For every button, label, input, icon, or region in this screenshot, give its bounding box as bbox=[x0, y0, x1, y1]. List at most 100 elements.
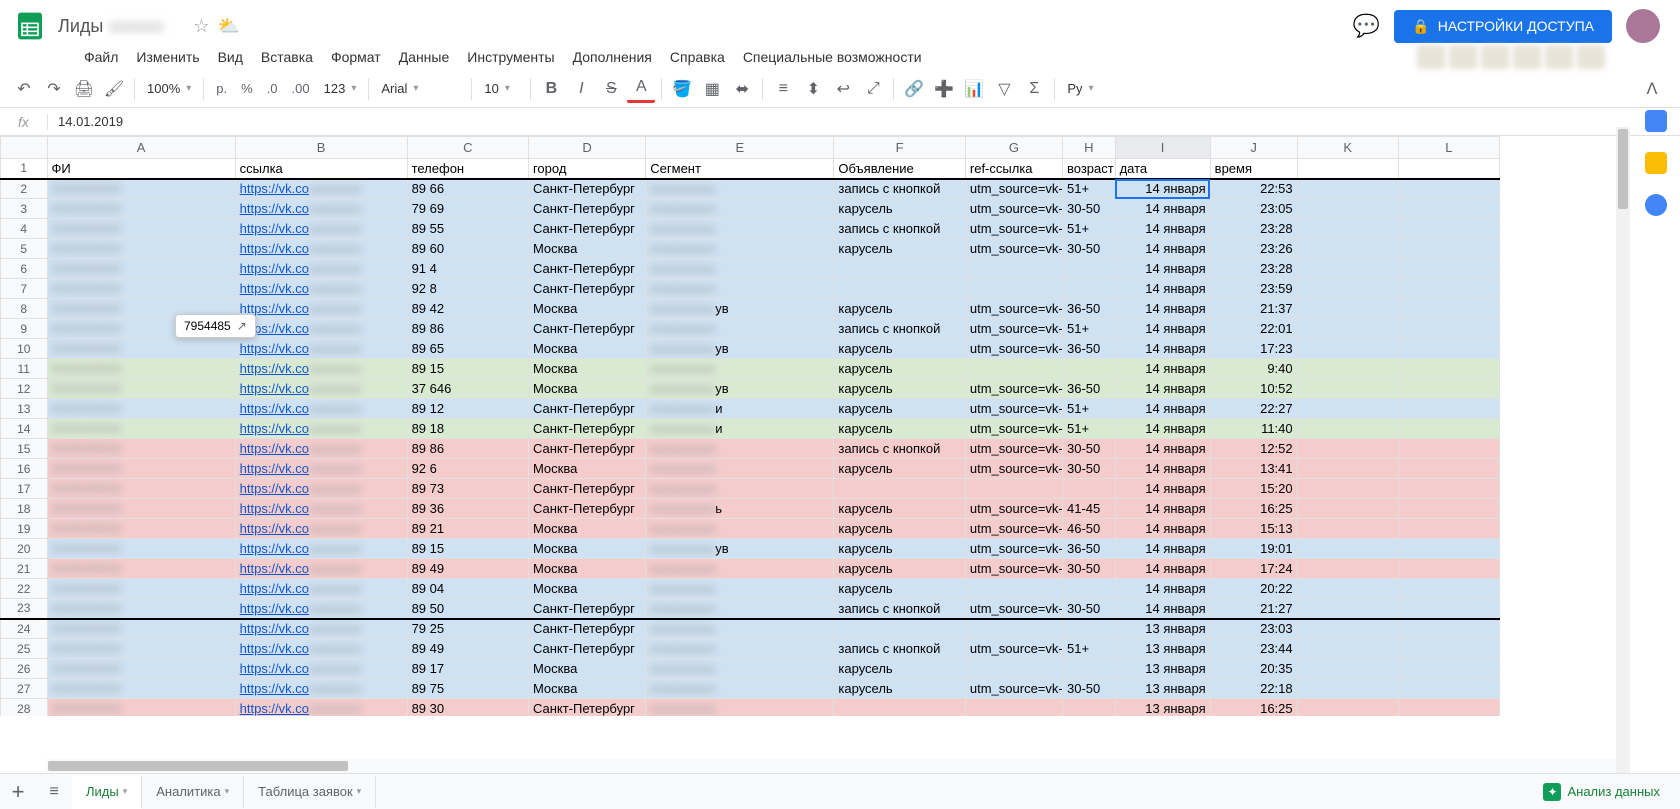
cell[interactable]: 30-50 bbox=[1062, 239, 1115, 259]
cell[interactable]: xxxxxxxxxxи bbox=[646, 399, 834, 419]
row-header[interactable]: 5 bbox=[1, 239, 48, 259]
cell[interactable]: Санкт-Петербург bbox=[528, 319, 645, 339]
cell[interactable]: запись с кнопкой bbox=[834, 439, 965, 459]
cell[interactable]: 14 января bbox=[1115, 219, 1210, 239]
cell[interactable]: XXXXXXXX bbox=[47, 559, 235, 579]
cell[interactable]: XXXXXXXX bbox=[47, 279, 235, 299]
cell[interactable]: utm_source=vk- bbox=[965, 239, 1062, 259]
cell[interactable]: 37 646 bbox=[407, 379, 528, 399]
cell[interactable]: 51+ bbox=[1062, 419, 1115, 439]
cell[interactable] bbox=[1398, 299, 1499, 319]
cell[interactable]: 89 65 bbox=[407, 339, 528, 359]
merge-icon[interactable]: ⬌ bbox=[728, 75, 756, 103]
row-header[interactable]: 15 bbox=[1, 439, 48, 459]
cell[interactable]: 23:05 bbox=[1210, 199, 1297, 219]
cell[interactable]: utm_source=vk- bbox=[965, 439, 1062, 459]
row-header[interactable]: 19 bbox=[1, 519, 48, 539]
row-header[interactable]: 8 bbox=[1, 299, 48, 319]
cell[interactable]: Москва bbox=[528, 379, 645, 399]
collapse-toolbar-icon[interactable]: ᐱ bbox=[1638, 75, 1666, 103]
cell[interactable]: 30-50 bbox=[1062, 679, 1115, 699]
header-cell[interactable] bbox=[1398, 159, 1499, 179]
cell[interactable] bbox=[1062, 659, 1115, 679]
chart-icon[interactable]: 📊 bbox=[960, 75, 988, 103]
cell[interactable]: 30-50 bbox=[1062, 599, 1115, 619]
cell[interactable] bbox=[1297, 619, 1398, 639]
cell[interactable] bbox=[1398, 259, 1499, 279]
cell[interactable]: 15:13 bbox=[1210, 519, 1297, 539]
row-header[interactable]: 9 bbox=[1, 319, 48, 339]
cell[interactable] bbox=[965, 579, 1062, 599]
header-cell[interactable]: Сегмент bbox=[646, 159, 834, 179]
cell[interactable]: XXXXXXXX bbox=[47, 699, 235, 717]
cell[interactable]: 51+ bbox=[1062, 399, 1115, 419]
row-header[interactable]: 22 bbox=[1, 579, 48, 599]
cell[interactable]: utm_source=vk- bbox=[965, 319, 1062, 339]
increase-decimal[interactable]: .00 bbox=[286, 81, 316, 96]
cell[interactable]: https://vk.coxxxxxxxx bbox=[235, 479, 407, 499]
row-header[interactable]: 26 bbox=[1, 659, 48, 679]
cell[interactable]: 12:52 bbox=[1210, 439, 1297, 459]
cell[interactable]: https://vk.coxxxxxxxx bbox=[235, 419, 407, 439]
cell[interactable]: xxxxxxxxxx bbox=[646, 619, 834, 639]
cell[interactable] bbox=[1297, 239, 1398, 259]
menu-Изменить[interactable]: Изменить bbox=[127, 45, 208, 69]
cell[interactable]: xxxxxxxxxx bbox=[646, 459, 834, 479]
cell[interactable] bbox=[1398, 479, 1499, 499]
cell[interactable]: Москва bbox=[528, 299, 645, 319]
cell[interactable]: 89 21 bbox=[407, 519, 528, 539]
cell[interactable] bbox=[1297, 559, 1398, 579]
cell[interactable]: 16:25 bbox=[1210, 699, 1297, 717]
cell[interactable]: https://vk.coxxxxxxxx bbox=[235, 219, 407, 239]
cell[interactable]: 23:44 bbox=[1210, 639, 1297, 659]
cell[interactable]: https://vk.coxxxxxxxx bbox=[235, 599, 407, 619]
row-header[interactable]: 17 bbox=[1, 479, 48, 499]
cell[interactable]: 16:25 bbox=[1210, 499, 1297, 519]
cell[interactable]: XXXXXXXX bbox=[47, 399, 235, 419]
link-preview-popup[interactable]: 7954485 ↗ bbox=[175, 314, 256, 338]
cell[interactable]: XXXXXXXX bbox=[47, 379, 235, 399]
cell[interactable]: 14 января bbox=[1115, 519, 1210, 539]
col-header[interactable]: H bbox=[1062, 137, 1115, 159]
cell[interactable]: Санкт-Петербург bbox=[528, 639, 645, 659]
paint-format-icon[interactable]: 🖌 bbox=[100, 75, 128, 103]
cell[interactable]: 89 12 bbox=[407, 399, 528, 419]
cell[interactable]: Москва bbox=[528, 239, 645, 259]
header-cell[interactable]: ссылка bbox=[235, 159, 407, 179]
cell[interactable]: карусель bbox=[834, 419, 965, 439]
cell[interactable] bbox=[1398, 699, 1499, 717]
sheet-tab[interactable]: Таблица заявок bbox=[244, 776, 376, 808]
cell[interactable]: запись с кнопкой bbox=[834, 639, 965, 659]
menu-Справка[interactable]: Справка bbox=[661, 45, 734, 69]
cell[interactable]: 30-50 bbox=[1062, 459, 1115, 479]
header-cell[interactable]: ref-ссылка bbox=[965, 159, 1062, 179]
cell[interactable]: 89 55 bbox=[407, 219, 528, 239]
cell[interactable]: XXXXXXXX bbox=[47, 499, 235, 519]
cell[interactable]: xxxxxxxxxx bbox=[646, 219, 834, 239]
cell[interactable]: Санкт-Петербург bbox=[528, 699, 645, 717]
cell[interactable]: XXXXXXXX bbox=[47, 259, 235, 279]
cell[interactable]: XXXXXXXX bbox=[47, 359, 235, 379]
cell[interactable]: xxxxxxxxxx bbox=[646, 439, 834, 459]
row-header[interactable]: 4 bbox=[1, 219, 48, 239]
italic-icon[interactable]: I bbox=[567, 75, 595, 103]
cell[interactable] bbox=[1297, 339, 1398, 359]
cell[interactable]: карусель bbox=[834, 679, 965, 699]
cell[interactable]: 13:41 bbox=[1210, 459, 1297, 479]
vertical-scrollbar[interactable] bbox=[1616, 127, 1630, 773]
cell[interactable]: 89 60 bbox=[407, 239, 528, 259]
cell[interactable] bbox=[1398, 379, 1499, 399]
cell[interactable]: 30-50 bbox=[1062, 439, 1115, 459]
drive-icon[interactable]: ⛅ bbox=[217, 16, 239, 37]
cell[interactable] bbox=[1062, 579, 1115, 599]
functions-icon[interactable]: Σ bbox=[1020, 75, 1048, 103]
cell[interactable]: 14 января bbox=[1115, 559, 1210, 579]
sheet-tab[interactable]: Аналитика bbox=[142, 776, 244, 808]
cell[interactable]: 23:28 bbox=[1210, 259, 1297, 279]
cell[interactable]: utm_source=vk- bbox=[965, 459, 1062, 479]
cell[interactable]: 14 января bbox=[1115, 319, 1210, 339]
col-header[interactable]: G bbox=[965, 137, 1062, 159]
cell[interactable] bbox=[965, 279, 1062, 299]
cell[interactable] bbox=[1297, 519, 1398, 539]
cell[interactable]: https://vk.coxxxxxxxx bbox=[235, 439, 407, 459]
